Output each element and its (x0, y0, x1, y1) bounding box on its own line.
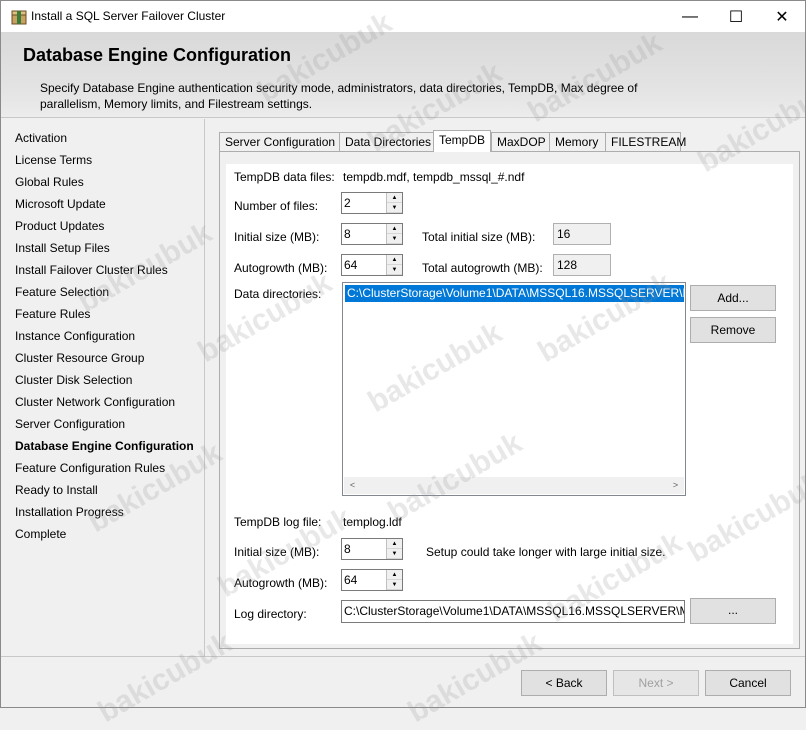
log-file-label: TempDB log file: (234, 515, 322, 529)
footer-bar: < Back Next > Cancel (1, 656, 805, 707)
nav-step-item: Ready to Install (15, 483, 98, 497)
number-of-files-spinner[interactable]: 2 ▲ ▼ (341, 192, 403, 214)
back-button[interactable]: < Back (521, 670, 607, 696)
nav-step-item: Feature Configuration Rules (15, 461, 166, 475)
nav-step-item: Install Failover Cluster Rules (15, 263, 168, 277)
page-title: Database Engine Configuration (23, 45, 292, 65)
tab-maxdop[interactable]: MaxDOP (491, 132, 550, 152)
spinner-up-arrow-icon[interactable]: ▲ (387, 224, 402, 234)
nav-step-item: Server Configuration (15, 417, 126, 431)
page-description: Specify Database Engine authentication s… (40, 81, 638, 111)
scroll-right-arrow-icon[interactable]: > (667, 477, 684, 494)
horizontal-scrollbar[interactable]: < > (344, 477, 684, 494)
data-files-label: TempDB data files: (234, 170, 335, 184)
maximize-button[interactable]: ☐ (713, 1, 759, 32)
scroll-left-arrow-icon[interactable]: < (344, 477, 361, 494)
log-size-hint: Setup could take longer with large initi… (426, 545, 666, 559)
nav-step-item: Database Engine Configuration (15, 439, 194, 453)
autogrowth-label: Autogrowth (MB): (234, 261, 328, 275)
add-directory-button[interactable]: Add... (690, 285, 776, 311)
title-bar: Install a SQL Server Failover Cluster — … (1, 1, 805, 32)
total-initial-size-field: 16 (553, 223, 611, 245)
nav-step-item: Microsoft Update (15, 197, 106, 211)
spinner-up-arrow-icon[interactable]: ▲ (387, 539, 402, 549)
log-directory-label: Log directory: (234, 607, 307, 621)
data-directories-list[interactable]: C:\ClusterStorage\Volume1\DATA\MSSQL16.M… (342, 282, 686, 496)
data-directory-item[interactable]: C:\ClusterStorage\Volume1\DATA\MSSQL16.M… (345, 285, 684, 302)
data-directories-label: Data directories: (234, 287, 322, 301)
initial-size-label: Initial size (MB): (234, 230, 320, 244)
total-autogrowth-field: 128 (553, 254, 611, 276)
remove-directory-button[interactable]: Remove (690, 317, 776, 343)
number-of-files-value: 2 (344, 196, 351, 210)
sql-setup-box-icon (11, 10, 27, 25)
close-button[interactable]: ✕ (759, 1, 805, 32)
nav-step-item: Cluster Disk Selection (15, 373, 133, 387)
nav-step-item: Product Updates (15, 219, 105, 233)
tab-tempdb[interactable]: TempDB (433, 130, 491, 152)
nav-step-item: Instance Configuration (15, 329, 136, 343)
total-autogrowth-value: 128 (557, 258, 578, 272)
cancel-button[interactable]: Cancel (705, 670, 791, 696)
autogrowth-spinner[interactable]: 64 ▲ ▼ (341, 254, 403, 276)
tab-server-configuration[interactable]: Server Configuration (219, 132, 340, 152)
browse-log-directory-button[interactable]: ... (690, 598, 776, 624)
installer-window: Install a SQL Server Failover Cluster — … (0, 0, 806, 729)
spinner-up-arrow-icon[interactable]: ▲ (387, 255, 402, 265)
log-directory-input[interactable]: C:\ClusterStorage\Volume1\DATA\MSSQL16.M… (341, 600, 685, 623)
nav-step-item: Cluster Network Configuration (15, 395, 176, 409)
log-file-value: templog.ldf (343, 515, 402, 529)
spinner-down-arrow-icon[interactable]: ▼ (387, 265, 402, 275)
nav-step-item: Feature Selection (15, 285, 110, 299)
nav-step-item: Complete (15, 527, 67, 541)
log-autogrowth-value: 64 (344, 573, 358, 587)
total-initial-size-label: Total initial size (MB): (422, 230, 536, 244)
log-autogrowth-label: Autogrowth (MB): (234, 576, 328, 590)
data-files-value: tempdb.mdf, tempdb_mssql_#.ndf (343, 170, 525, 184)
spinner-down-arrow-icon[interactable]: ▼ (387, 549, 402, 559)
minimize-button[interactable]: — (667, 1, 713, 32)
nav-step-item: Cluster Resource Group (15, 351, 145, 365)
nav-step-item: Activation (15, 131, 68, 145)
nav-step-item: Global Rules (15, 175, 84, 189)
log-initial-size-value: 8 (344, 542, 351, 556)
tab-memory[interactable]: Memory (549, 132, 606, 152)
nav-step-item: Feature Rules (15, 307, 91, 321)
initial-size-spinner[interactable]: 8 ▲ ▼ (341, 223, 403, 245)
nav-step-item: Installation Progress (15, 505, 124, 519)
spinner-up-arrow-icon[interactable]: ▲ (387, 570, 402, 580)
log-initial-size-spinner[interactable]: 8 ▲ ▼ (341, 538, 403, 560)
tab-data-directories[interactable]: Data Directories (339, 132, 435, 152)
log-autogrowth-spinner[interactable]: 64 ▲ ▼ (341, 569, 403, 591)
initial-size-value: 8 (344, 227, 351, 241)
autogrowth-value: 64 (344, 258, 358, 272)
next-button[interactable]: Next > (613, 670, 699, 696)
total-autogrowth-label: Total autogrowth (MB): (422, 261, 543, 275)
setup-steps-nav: Activation License Terms Global Rules Micro… (1, 119, 205, 656)
spinner-up-arrow-icon[interactable]: ▲ (387, 193, 402, 203)
total-initial-size-value: 16 (557, 227, 571, 241)
window-title: Install a SQL Server Failover Cluster (31, 9, 226, 23)
tab-filestream[interactable]: FILESTREAM (605, 132, 686, 152)
nav-step-item: Install Setup Files (15, 241, 110, 255)
spinner-down-arrow-icon[interactable]: ▼ (387, 580, 402, 590)
spinner-down-arrow-icon[interactable]: ▼ (387, 203, 402, 213)
page-header: Database Engine Configuration Specify Da… (1, 32, 805, 118)
nav-step-item: License Terms (15, 153, 93, 167)
number-of-files-label: Number of files: (234, 199, 319, 213)
spinner-down-arrow-icon[interactable]: ▼ (387, 234, 402, 244)
log-initial-size-label: Initial size (MB): (234, 545, 320, 559)
